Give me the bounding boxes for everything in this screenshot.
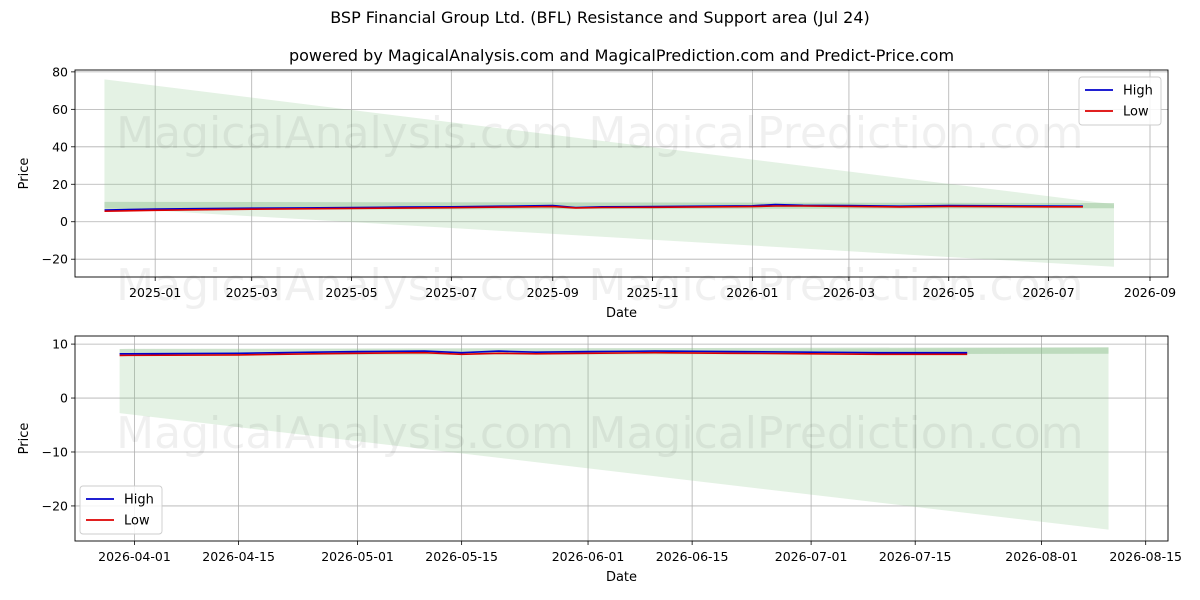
y-tick-label: 80 bbox=[52, 64, 68, 79]
x-tick-label: 2026-07 bbox=[1022, 285, 1074, 300]
x-tick-label: 2025-09 bbox=[527, 285, 579, 300]
x-tick-label: 2026-01 bbox=[726, 285, 778, 300]
y-axis-label: Price bbox=[17, 423, 32, 455]
x-axis-label: Date bbox=[606, 306, 637, 321]
y-tick-label: 20 bbox=[52, 177, 68, 192]
x-tick-label: 2025-05 bbox=[325, 285, 377, 300]
y-tick-label: −20 bbox=[42, 498, 68, 513]
legend-label-high: High bbox=[124, 493, 154, 508]
x-tick-label: 2026-05 bbox=[923, 285, 975, 300]
legend-label-high: High bbox=[1123, 84, 1153, 99]
y-axis-label: Price bbox=[17, 158, 32, 190]
y-tick-label: 0 bbox=[60, 391, 68, 406]
y-tick-label: 40 bbox=[52, 139, 68, 154]
watermark-text: MagicalPrediction.com bbox=[589, 108, 1084, 159]
legend: High Low bbox=[79, 485, 163, 535]
chart-panel-1: powered by MagicalAnalysis.com and Magic… bbox=[17, 46, 1176, 321]
x-tick-label: 2026-07-15 bbox=[879, 549, 952, 564]
x-tick-label: 2026-04-01 bbox=[98, 549, 171, 564]
watermark-text: MagicalPrediction.com bbox=[589, 408, 1084, 459]
x-tick-label: 2026-03 bbox=[823, 285, 875, 300]
chart-panel-2: MagicalAnalysis.com MagicalPrediction.com… bbox=[17, 335, 1182, 585]
y-tick-label: −10 bbox=[42, 444, 68, 459]
watermark-text: MagicalAnalysis.com bbox=[116, 108, 574, 159]
x-tick-label: 2026-07-01 bbox=[775, 549, 848, 564]
y-tick-label: −20 bbox=[42, 252, 68, 267]
x-tick-label: 2026-06-01 bbox=[552, 549, 625, 564]
x-tick-label: 2025-07 bbox=[425, 285, 477, 300]
legend-label-low: Low bbox=[1123, 105, 1149, 120]
x-tick-label: 2026-08-15 bbox=[1109, 549, 1182, 564]
y-tick-label: 60 bbox=[52, 102, 68, 117]
x-tick-label: 2025-01 bbox=[129, 285, 181, 300]
watermark-text: MagicalAnalysis.com bbox=[116, 408, 574, 459]
y-tick-label: 10 bbox=[52, 337, 68, 352]
x-axis-label: Date bbox=[606, 570, 637, 585]
x-tick-label: 2026-05-01 bbox=[321, 549, 394, 564]
figure: powered by MagicalAnalysis.com and Magic… bbox=[17, 46, 1182, 585]
y-tick-label: 0 bbox=[60, 214, 68, 229]
x-tick-label: 2025-03 bbox=[226, 285, 278, 300]
legend-label-low: Low bbox=[124, 514, 150, 529]
x-tick-label: 2026-04-15 bbox=[202, 549, 275, 564]
chart-subtitle: powered by MagicalAnalysis.com and Magic… bbox=[289, 46, 954, 65]
x-tick-label: 2025-11 bbox=[626, 285, 678, 300]
x-tick-label: 2026-09 bbox=[1124, 285, 1176, 300]
x-tick-label: 2026-05-15 bbox=[425, 549, 498, 564]
x-tick-label: 2026-08-01 bbox=[1005, 549, 1078, 564]
x-tick-label: 2026-06-15 bbox=[656, 549, 729, 564]
legend: High Low bbox=[1078, 76, 1162, 126]
